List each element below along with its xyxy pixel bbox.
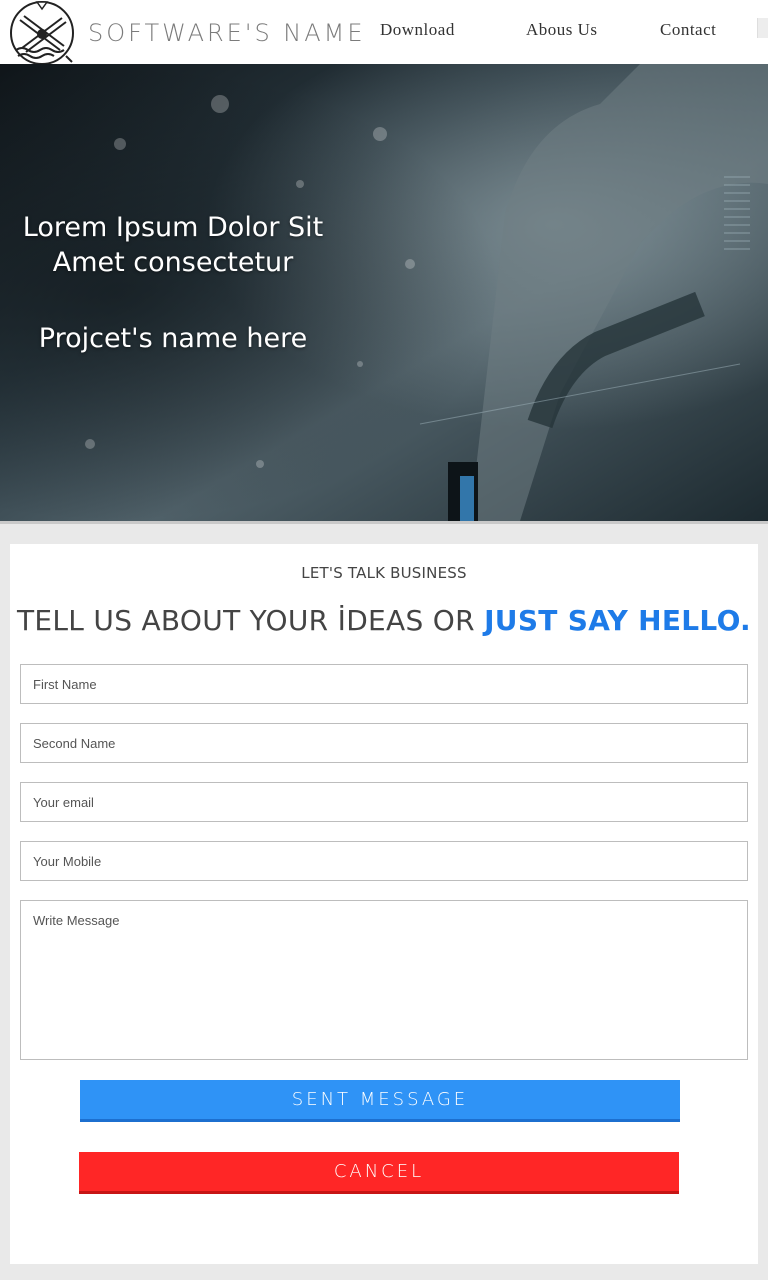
message-textarea[interactable] <box>20 900 748 1060</box>
logo-icon[interactable] <box>8 0 76 64</box>
mobile-input[interactable] <box>20 841 748 881</box>
hero-title-line-1: Lorem Ipsum Dolor Sit <box>22 212 324 243</box>
first-name-input[interactable] <box>20 664 748 704</box>
contact-kicker: LET'S TALK BUSINESS <box>301 564 467 582</box>
hero-background-image <box>0 64 768 521</box>
nav-about-us[interactable]: Abous Us <box>526 20 598 40</box>
site-header: SOFTWARE'S NAME Download Abous Us Contac… <box>0 0 768 65</box>
second-name-input[interactable] <box>20 723 748 763</box>
hero-banner: Lorem Ipsum Dolor Sit Amet consectetur P… <box>0 64 768 521</box>
nav-download[interactable]: Download <box>380 20 455 40</box>
brand-name: SOFTWARE'S NAME <box>88 19 366 47</box>
hero-title: Lorem Ipsum Dolor Sit Amet consectetur <box>0 210 346 280</box>
contact-headline: TELL US ABOUT YOUR İDEAS OR JUST SAY HEL… <box>10 604 758 637</box>
headline-main: TELL US ABOUT YOUR İDEAS OR <box>17 604 485 637</box>
menu-edge-tab[interactable] <box>757 18 768 38</box>
cancel-button[interactable]: CANCEL <box>79 1152 679 1194</box>
hero-project-name: Projcet's name here <box>38 323 308 354</box>
hero-title-line-2: Amet consectetur <box>52 247 294 278</box>
nav-contact[interactable]: Contact <box>660 20 716 40</box>
email-input[interactable] <box>20 782 748 822</box>
contact-form-card: LET'S TALK BUSINESS TELL US ABOUT YOUR İ… <box>10 544 758 1264</box>
hero-divider <box>0 521 768 524</box>
send-message-button[interactable]: SENT MESSAGE <box>80 1080 680 1122</box>
headline-accent: JUST SAY HELLO. <box>484 604 751 637</box>
